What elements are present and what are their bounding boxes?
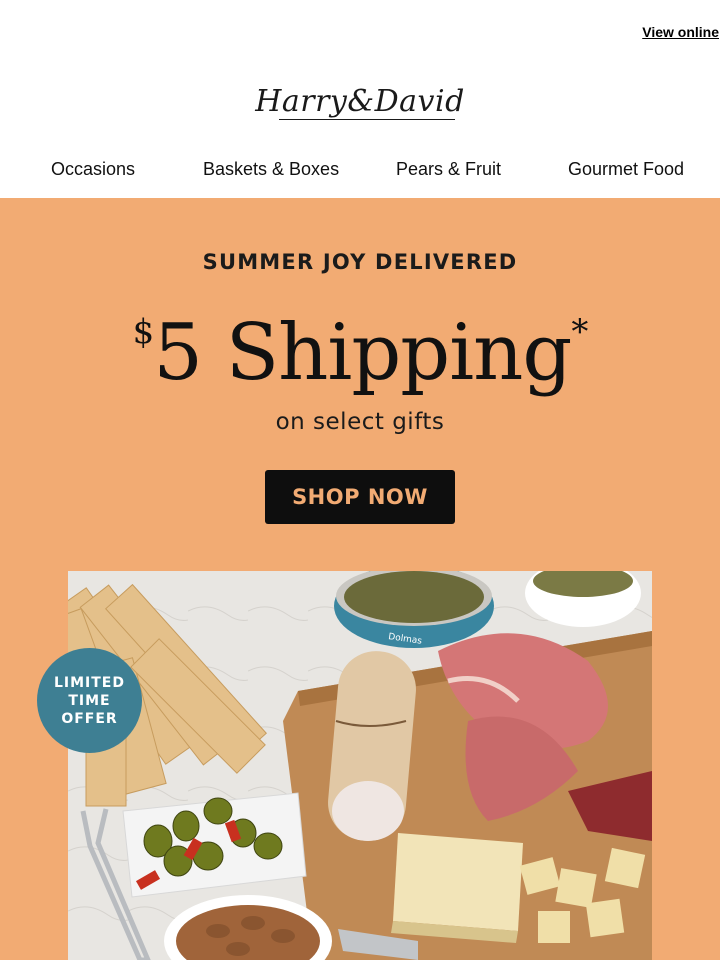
nav-item-occasions[interactable]: Occasions: [51, 159, 135, 180]
logo-underline: [279, 118, 455, 120]
hero-headline: $5 Shipping*: [0, 282, 720, 403]
limited-offer-badge: LIMITED TIME OFFER: [37, 648, 142, 753]
top-bar: View online: [0, 0, 720, 64]
brand-logo[interactable]: Harry&David: [255, 74, 465, 130]
footnote-mark: *: [571, 312, 588, 352]
shop-now-button[interactable]: SHOP NOW: [265, 470, 455, 524]
promo-hero: SUMMER JOY DELIVERED $5 Shipping* on sel…: [0, 198, 720, 960]
view-online-link[interactable]: View online: [642, 24, 719, 40]
hero-subline: on select gifts: [275, 409, 445, 435]
hero-kicker: SUMMER JOY DELIVERED: [202, 250, 518, 274]
price-symbol: $: [132, 312, 155, 352]
badge-line-1: LIMITED: [53, 674, 125, 691]
nav-item-gourmet-food[interactable]: Gourmet Food: [568, 159, 684, 180]
badge-line-3: OFFER: [61, 710, 118, 727]
charcuterie-photo[interactable]: Dolmas: [68, 571, 652, 960]
badge-line-2: TIME: [68, 692, 111, 709]
logo-area: Harry&David: [0, 74, 720, 130]
main-nav: Occasions Baskets & Boxes Pears & Fruit …: [0, 150, 720, 188]
charcuterie-illustration: Dolmas: [68, 571, 652, 960]
nav-item-pears-fruit[interactable]: Pears & Fruit: [396, 159, 501, 180]
headline-text: 5 Shipping: [153, 308, 572, 398]
nav-item-baskets-boxes[interactable]: Baskets & Boxes: [203, 159, 339, 180]
logo-text: Harry&David: [255, 84, 465, 119]
